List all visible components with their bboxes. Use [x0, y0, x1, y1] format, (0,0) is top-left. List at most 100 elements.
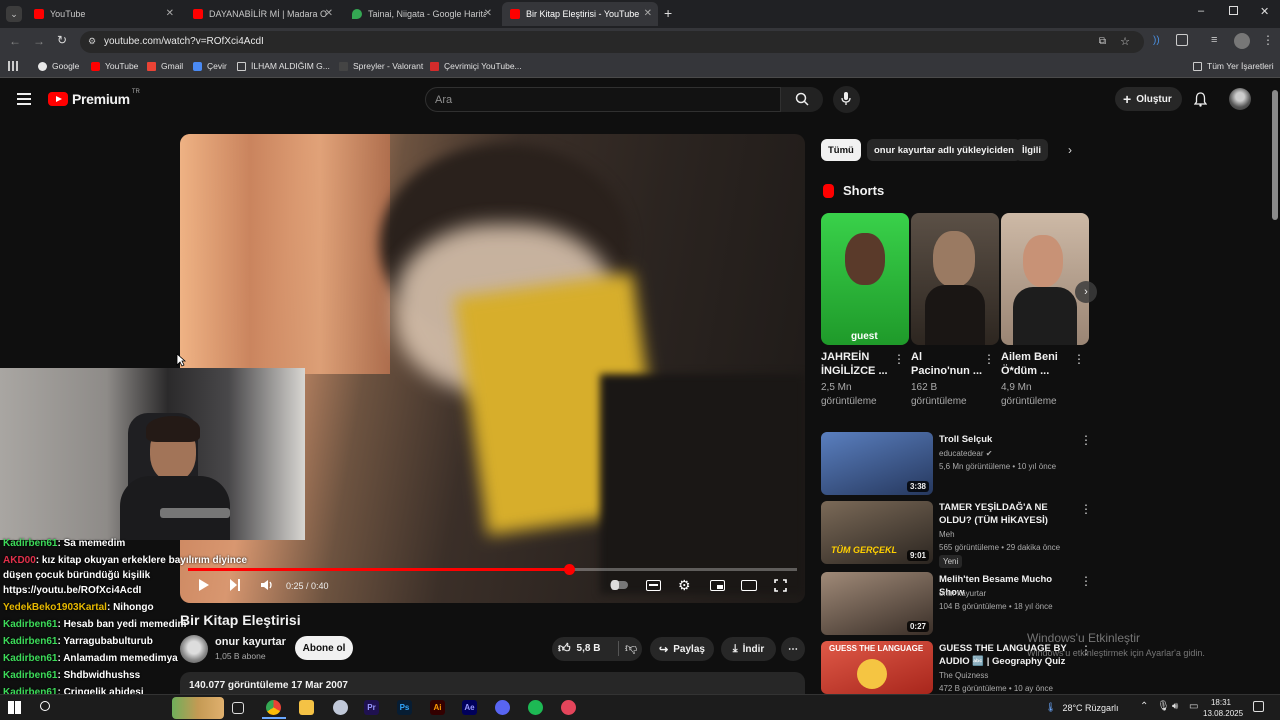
browser-tab-active[interactable]: Bir Kitap Eleştirisi - YouTube ✕: [502, 2, 658, 26]
dislike-button[interactable]: 👎︎: [618, 641, 637, 656]
recommended-title[interactable]: Troll Selçuk: [939, 433, 1074, 446]
new-tab-button[interactable]: +: [664, 5, 672, 21]
recommended-channel[interactable]: onur kayurtar: [939, 589, 986, 598]
app-icon[interactable]: [561, 700, 576, 715]
reload-icon[interactable]: ↻: [57, 33, 67, 47]
forward-icon[interactable]: →: [33, 34, 45, 48]
autoplay-toggle[interactable]: [610, 580, 628, 590]
close-tab-icon[interactable]: ✕: [484, 8, 492, 19]
notifications-bell-icon[interactable]: [1194, 92, 1207, 107]
address-bar[interactable]: ⚙ youtube.com/watch?v=ROfXci4AcdI ⧉ ☆: [80, 31, 1144, 53]
voice-search-button[interactable]: [833, 86, 860, 113]
spotify-icon[interactable]: [528, 700, 543, 715]
install-app-icon[interactable]: ⧉: [1099, 36, 1106, 47]
tray-mic-icon[interactable]: 🎙︎: [1157, 701, 1170, 712]
file-explorer-icon[interactable]: [299, 700, 314, 715]
channel-name[interactable]: onur kayurtar: [215, 636, 286, 648]
recommended-thumbnail[interactable]: GUESS THE LANGUAGE: [821, 641, 933, 694]
browser-menu-icon[interactable]: ⋮: [1262, 33, 1274, 47]
photoshop-icon[interactable]: Ps: [397, 700, 412, 715]
all-bookmarks[interactable]: Tüm Yer İşaretleri: [1193, 61, 1274, 71]
close-tab-icon[interactable]: ✕: [325, 8, 333, 19]
progress-bar[interactable]: [188, 564, 797, 575]
like-button[interactable]: 👍︎ 5,8 B: [558, 641, 600, 656]
subtitles-button[interactable]: [646, 580, 661, 591]
short-title[interactable]: JAHREİN İNGİLİZCE ...: [821, 350, 893, 378]
tray-chevron-icon[interactable]: ⌃: [1140, 701, 1148, 712]
browser-tab[interactable]: Tainai, Niigata - Google Haritalar ✕: [344, 2, 498, 26]
download-button[interactable]: ⤓ İndir: [721, 637, 776, 661]
miniplayer-button[interactable]: [710, 580, 725, 591]
tab-search-dropdown[interactable]: ⌄: [6, 6, 22, 22]
recommended-thumbnail[interactable]: TÜM GERÇEKL 9:01: [821, 501, 933, 564]
taskbar-widget-thumbnail[interactable]: [172, 697, 224, 719]
extensions-puzzle-icon[interactable]: [1176, 34, 1188, 46]
bookmark-youtube[interactable]: YouTube: [91, 61, 138, 71]
next-button[interactable]: [229, 578, 241, 592]
shorts-next-chevron-icon[interactable]: ›: [1075, 281, 1097, 303]
back-icon[interactable]: ←: [9, 34, 21, 48]
app-icon[interactable]: [333, 700, 348, 715]
recommended-channel[interactable]: Meh: [939, 530, 955, 539]
short-title[interactable]: Al Pacino'nun ...: [911, 350, 983, 378]
close-tab-icon[interactable]: ✕: [166, 8, 174, 19]
site-info-icon[interactable]: ⚙: [88, 36, 96, 47]
bookmark-translate[interactable]: Çevir: [193, 61, 227, 71]
discord-icon[interactable]: [495, 700, 510, 715]
create-button[interactable]: + Oluştur: [1115, 87, 1182, 111]
channel-avatar[interactable]: [180, 635, 208, 663]
tray-clock[interactable]: 18:31 13.08.2025: [1203, 697, 1243, 719]
page-scrollbar[interactable]: [1272, 90, 1278, 220]
taskbar-search-icon[interactable]: [40, 701, 50, 711]
short-menu-icon[interactable]: ⋮: [1073, 352, 1085, 366]
recommended-channel[interactable]: educatedear ✔: [939, 449, 992, 458]
recommended-title[interactable]: TAMER YEŞİLDAĞ'A NE OLDU? (TÜM HİKAYESİ): [939, 501, 1074, 527]
after-effects-icon[interactable]: Ae: [462, 700, 477, 715]
media-control-icon[interactable]: ≡: [1211, 34, 1217, 46]
close-window-button[interactable]: ✕: [1260, 5, 1269, 18]
fullscreen-button[interactable]: [774, 579, 787, 592]
tray-volume-icon[interactable]: 🔊︎: [1172, 701, 1178, 712]
search-button[interactable]: [781, 87, 823, 112]
restore-button[interactable]: [1229, 6, 1238, 15]
short-thumbnail[interactable]: [1001, 213, 1089, 345]
close-tab-icon[interactable]: ✕: [644, 8, 652, 19]
filter-chip-uploader[interactable]: onur kayurtar adlı yükleyiciden: [867, 139, 1021, 161]
short-thumbnail[interactable]: [911, 213, 999, 345]
play-button[interactable]: [198, 578, 210, 592]
share-button[interactable]: ↪ Paylaş: [650, 637, 714, 661]
premiere-pro-icon[interactable]: Pr: [364, 700, 379, 715]
search-input[interactable]: Ara: [425, 87, 781, 112]
short-menu-icon[interactable]: ⋮: [893, 352, 905, 366]
filter-chip-related[interactable]: İlgili: [1015, 139, 1048, 161]
bookmark-online-youtube[interactable]: Çevrimiçi YouTube...: [430, 61, 522, 71]
recommended-thumbnail[interactable]: 3:38: [821, 432, 933, 495]
hamburger-menu-icon[interactable]: [17, 93, 31, 105]
notification-center-icon[interactable]: [1253, 701, 1264, 712]
more-actions-button[interactable]: ⋯: [781, 637, 805, 661]
recommended-menu-icon[interactable]: ⋮: [1080, 433, 1092, 447]
bookmark-gmail[interactable]: Gmail: [147, 61, 183, 71]
browser-tab[interactable]: DAYANABİLİR Mİ | Madara Oldu ✕: [185, 2, 339, 26]
bookmark-valorant[interactable]: Spreyler - Valorant: [339, 61, 423, 71]
progress-scrubber[interactable]: [563, 564, 575, 575]
browser-tab[interactable]: YouTube ✕: [26, 2, 180, 26]
recommended-menu-icon[interactable]: ⋮: [1080, 574, 1092, 588]
settings-button[interactable]: ⚙: [678, 577, 691, 594]
youtube-premium-logo[interactable]: Premium TR: [48, 89, 140, 107]
short-menu-icon[interactable]: ⋮: [983, 352, 995, 366]
subscribe-button[interactable]: Abone ol: [295, 636, 353, 660]
bookmark-star-icon[interactable]: ☆: [1120, 35, 1130, 48]
short-title[interactable]: Ailem Beni Ö*düm ...: [1001, 350, 1073, 378]
volume-button[interactable]: [260, 578, 274, 592]
windows-start-icon[interactable]: [8, 701, 21, 714]
chrome-icon[interactable]: [266, 700, 281, 715]
bookmark-folder[interactable]: İLHAM ALDIĞIM G...: [237, 61, 330, 71]
theater-mode-button[interactable]: [741, 580, 757, 591]
bookmark-google[interactable]: Google: [38, 61, 79, 71]
account-avatar[interactable]: [1229, 88, 1251, 110]
recommended-thumbnail[interactable]: 0:27: [821, 572, 933, 635]
chips-next-chevron-icon[interactable]: ›: [1068, 143, 1072, 157]
filter-chip-all[interactable]: Tümü: [821, 139, 861, 161]
profile-avatar-icon[interactable]: [1234, 33, 1250, 49]
